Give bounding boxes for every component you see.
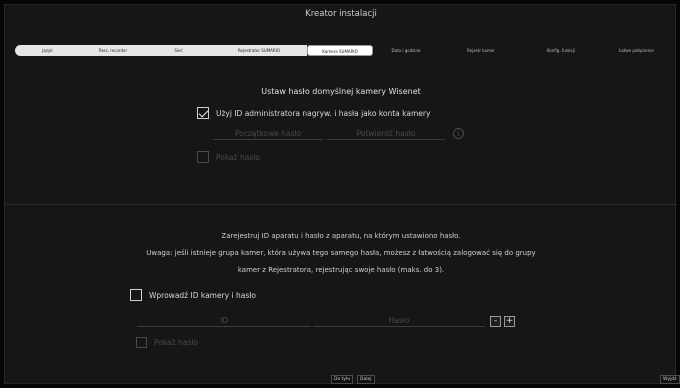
show-password-row-2[interactable]: Pokaż hasło <box>136 337 198 348</box>
enter-camera-id-row[interactable]: Wprowadź ID kamery i hasło <box>130 289 256 301</box>
camera-password-section: Ustaw hasło domyślnej kamery Wisenet Uży… <box>5 63 677 203</box>
exit-button[interactable]: Wyjdź <box>660 375 680 384</box>
initial-password-field[interactable]: Początkowe hasło <box>213 127 323 140</box>
step-network[interactable]: Sieć <box>146 45 211 56</box>
register-info-line-1: Zarejestruj ID aparatu i hasło z aparatu… <box>221 232 461 240</box>
info-icon[interactable]: i <box>453 128 464 139</box>
show-password-label-2: Pokaż hasło <box>154 338 198 347</box>
register-info-line-3: kamer z Rejestratora, rejestrując swoje … <box>237 266 445 274</box>
camera-id-field[interactable]: ID <box>137 314 311 327</box>
step-easy-connection[interactable]: Łatwe połączenie <box>599 45 674 56</box>
installation-wizard-window: Kreator instalacji Język Pass. recorder … <box>4 4 680 385</box>
camera-password-field[interactable]: Hasło <box>313 314 485 327</box>
enter-camera-id-checkbox[interactable] <box>130 289 142 301</box>
step-function-config[interactable]: Konfig. funkcji <box>523 45 599 56</box>
show-password-checkbox-2[interactable] <box>136 337 147 348</box>
step-language[interactable]: Język <box>15 45 80 56</box>
show-password-label-1: Pokaż hasło <box>216 152 260 162</box>
step-camera-register[interactable]: Rejestr kamer <box>439 45 523 56</box>
use-admin-credentials-row[interactable]: Użyj ID administratora nagryw. i hasła j… <box>197 107 430 119</box>
add-camera-button[interactable]: + <box>504 316 515 327</box>
step-recorder-password[interactable]: Pass. recorder <box>80 45 146 56</box>
window-title: Kreator instalacji <box>305 9 377 19</box>
show-password-row-1[interactable]: Pokaż hasło <box>197 151 260 163</box>
use-admin-credentials-checkbox[interactable] <box>197 107 209 119</box>
remove-camera-button[interactable]: - <box>490 316 501 327</box>
wizard-steps: Język Pass. recorder Sieć Rejestrator SU… <box>15 45 674 56</box>
show-password-checkbox-1[interactable] <box>197 151 209 163</box>
step-recorder-sumario[interactable]: Rejestrator SUMARIO <box>211 45 307 56</box>
step-camera-sumario[interactable]: Kamera SUMARIO <box>307 45 373 56</box>
use-admin-credentials-label: Użyj ID administratora nagryw. i hasła j… <box>216 108 431 118</box>
section-divider <box>5 204 677 205</box>
confirm-password-field[interactable]: Potwierdź hasło <box>327 127 445 140</box>
register-info-line-2: Uwaga: jeśli istnieje grupa kamer, która… <box>146 249 536 257</box>
step-date-time[interactable]: Data i godzina <box>373 45 439 56</box>
enter-camera-id-label: Wprowadź ID kamery i hasło <box>149 290 256 300</box>
footer-bar: Do tyłu Dalej Wyjdź <box>5 373 680 385</box>
camera-password-heading: Ustaw hasło domyślnej kamery Wisenet <box>261 87 421 96</box>
next-button[interactable]: Dalej <box>357 375 375 384</box>
back-button[interactable]: Do tyłu <box>331 375 354 384</box>
